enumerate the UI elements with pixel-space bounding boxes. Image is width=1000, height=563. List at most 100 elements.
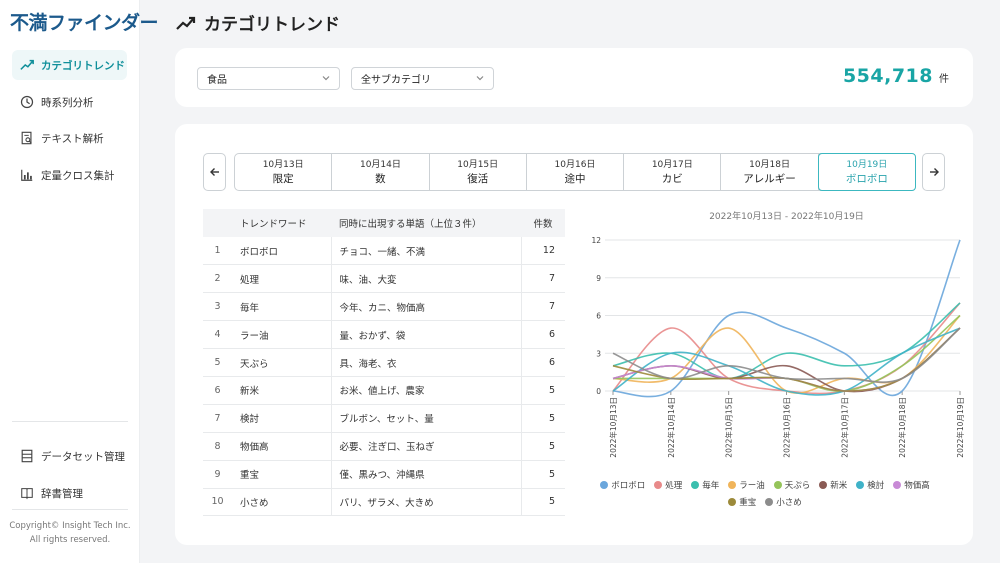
sidebar-item-text-analysis[interactable]: テキスト解析 (12, 123, 127, 153)
cell-cooccur-words: 僅、黒みつ、沖縄県 (331, 460, 522, 489)
table-row[interactable]: 1 ボロボロ チョコ、一緒、不満 12 (203, 237, 565, 266)
x-tick-label: 2022年10月16日 (782, 397, 792, 458)
filter-card: 食品 全サブカテゴリ 554,718 件 (175, 48, 973, 107)
bar-chart-icon (21, 169, 33, 181)
date-tab-word: 限定 (272, 172, 294, 185)
total-count: 554,718 件 (843, 65, 949, 87)
app-logo[interactable]: 不満ファインダー (10, 8, 159, 35)
cell-cooccur-words: 必要、注ぎ口、玉ねぎ (331, 432, 522, 461)
legend-item[interactable]: 新米 (819, 479, 847, 491)
legend-swatch (600, 481, 609, 489)
legend-item[interactable]: 小さめ (765, 496, 802, 508)
cell-trend-word: 処理 (232, 264, 332, 294)
legend-item[interactable]: 天ぷら (773, 479, 811, 491)
date-tab-active[interactable]: 10月19日 ボロボロ (817, 153, 916, 191)
cell-cooccur-words: パリ、ザラメ、大きめ (331, 488, 522, 517)
cell-count: 5 (521, 432, 565, 461)
legend-item[interactable]: ラー油 (728, 479, 765, 491)
date-tab[interactable]: 10月13日 限定 (235, 154, 333, 190)
table-row[interactable]: 5 天ぷら 具、海老、衣 6 (203, 348, 565, 377)
cell-cooccur-words: ブルボン、セット、量 (331, 404, 522, 433)
series-line (612, 239, 961, 398)
date-tab[interactable]: 10月17日 カビ (624, 154, 722, 190)
legend-label: 毎年 (702, 481, 720, 491)
cell-rank: 1 (203, 237, 232, 266)
table-row[interactable]: 9 重宝 僅、黒みつ、沖縄県 5 (203, 460, 565, 489)
cell-cooccur-words: 今年、カニ、物価高 (331, 292, 522, 322)
sidebar-item-category-trend[interactable]: カテゴリトレンド (12, 50, 127, 80)
table-row[interactable]: 6 新米 お米、値上げ、農家 5 (203, 376, 565, 405)
cell-count: 7 (521, 264, 565, 294)
sidebar-item-label: 定量クロス集計 (41, 169, 115, 182)
legend-label: 検討 (867, 481, 885, 491)
sidebar-item-label: データセット管理 (41, 450, 125, 463)
legend-label: 重宝 (739, 498, 757, 508)
cell-rank: 5 (203, 348, 232, 377)
cell-count: 5 (521, 376, 565, 405)
total-count-unit: 件 (939, 74, 949, 85)
subcategory-select-value: 全サブカテゴリ (361, 75, 431, 86)
date-tab[interactable]: 10月16日 途中 (527, 154, 625, 190)
table-row[interactable]: 2 処理 味、油、大変 7 (203, 264, 565, 294)
cell-trend-word: 毎年 (232, 292, 332, 322)
date-tab[interactable]: 10月15日 復活 (430, 154, 527, 190)
legend-label: ボロボロ (611, 481, 646, 491)
trend-card: 10月13日 限定 10月14日数 10月15日 復活 10月16日 途中 10月17… (175, 124, 973, 545)
cell-count: 12 (521, 237, 565, 266)
cell-trend-word: 検討 (232, 404, 332, 433)
y-tick-label: 3 (596, 349, 601, 358)
legend-item[interactable]: ボロボロ (600, 479, 645, 491)
cell-count: 5 (521, 404, 565, 433)
sidebar-item-timeseries[interactable]: 時系列分析 (12, 87, 127, 117)
chevron-down-icon (322, 76, 330, 81)
series-line (612, 327, 961, 392)
legend-item[interactable]: 毎年 (691, 479, 719, 491)
prev-week-button[interactable] (203, 153, 226, 191)
date-tab-word: アレルギー (743, 172, 796, 185)
legend-swatch (728, 498, 737, 506)
x-tick-label: 2022年10月17日 (839, 397, 849, 458)
col-header-rank (203, 209, 232, 237)
sidebar-item-cross-tab[interactable]: 定量クロス集計 (12, 160, 127, 190)
sidebar-divider (12, 421, 128, 422)
cell-trend-word: 小さめ (232, 488, 332, 517)
cell-rank: 4 (203, 320, 232, 350)
table-row[interactable]: 10 小さめ パリ、ザラメ、大きめ 5 (203, 488, 565, 517)
book-icon (21, 488, 33, 500)
copyright-line: All rights reserved. (29, 535, 111, 545)
cell-trend-word: 天ぷら (232, 348, 332, 377)
table-row[interactable]: 4 ラー油 量、おかず、袋 6 (203, 320, 565, 350)
legend-swatch (893, 481, 902, 489)
legend-item[interactable]: 処理 (654, 479, 682, 491)
legend-label: 物価高 (904, 481, 930, 491)
legend-swatch (691, 481, 700, 489)
next-week-button[interactable] (922, 153, 945, 191)
table-row[interactable]: 8 物価高 必要、注ぎ口、玉ねぎ 5 (203, 432, 565, 461)
sidebar-divider (12, 509, 128, 510)
date-tab-word: 復活 (467, 172, 489, 185)
page-title-text: カテゴリトレンド (204, 15, 340, 35)
table-row[interactable]: 3 毎年 今年、カニ、物価高 7 (203, 292, 565, 322)
y-tick-label: 0 (596, 387, 601, 396)
legend-label: 天ぷら (784, 481, 811, 491)
date-tab[interactable]: 10月18日 アレルギー (721, 154, 819, 190)
table-row[interactable]: 7 検討 ブルボン、セット、量 5 (203, 404, 565, 433)
cell-count: 5 (521, 488, 565, 517)
date-tab-date: 10月18日 (749, 159, 790, 170)
sidebar-item-dataset[interactable]: データセット管理 (12, 441, 127, 471)
col-header-cooccur: 同時に出現する単語（上位３件） (331, 209, 521, 237)
cell-trend-word: 新米 (232, 376, 332, 405)
legend-item[interactable]: 検討 (856, 479, 884, 491)
subcategory-select[interactable]: 全サブカテゴリ (351, 67, 494, 90)
legend-swatch (765, 498, 774, 506)
legend-label: 処理 (665, 481, 683, 491)
sidebar-item-dictionary[interactable]: 辞書管理 (12, 478, 127, 508)
cell-rank: 8 (203, 432, 232, 461)
legend-item[interactable]: 重宝 (728, 496, 756, 508)
date-tab-date: 10月16日 (554, 159, 596, 170)
category-select[interactable]: 食品 (197, 67, 340, 90)
legend-item[interactable]: 物価高 (893, 479, 930, 491)
trend-icon (20, 59, 34, 70)
date-tab[interactable]: 10月14日数 (332, 154, 430, 190)
legend-label: 小さめ (776, 498, 802, 508)
